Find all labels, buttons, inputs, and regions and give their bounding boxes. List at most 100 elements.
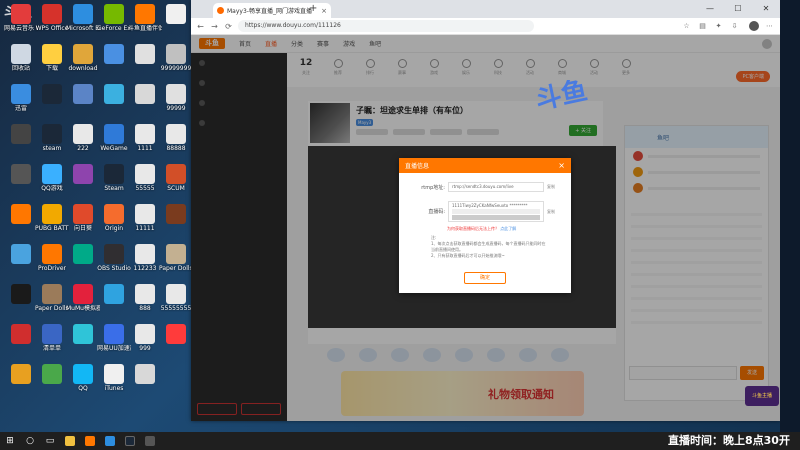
stream-time-overlay: 直播时间：晚上8点30开始 (668, 434, 790, 447)
new-tab-button[interactable]: + (309, 3, 317, 14)
menu-more-icon[interactable]: ⋯ (764, 22, 775, 30)
desktop-icon[interactable]: QQ (66, 364, 100, 392)
maximize-button[interactable]: ☐ (724, 0, 752, 18)
profile-avatar[interactable] (749, 21, 759, 31)
desktop-icon[interactable]: Steam (97, 164, 131, 192)
dialog-close-icon[interactable]: × (558, 161, 565, 170)
desktop-icon[interactable]: download (66, 44, 100, 72)
desktop-icon[interactable]: WeGame (97, 124, 131, 152)
desktop-icon[interactable]: SCUM (159, 164, 193, 192)
desktop-icon-label: QQ游戏 (41, 185, 63, 192)
search-icon[interactable]: ○ (25, 436, 35, 446)
desktop-icon[interactable] (97, 44, 131, 65)
desktop-icon[interactable] (66, 244, 100, 265)
desktop-icon[interactable]: 回收站 (4, 44, 38, 72)
steam-icon[interactable] (125, 436, 135, 446)
obs-icon[interactable] (145, 436, 155, 446)
collections-icon[interactable]: ▤ (697, 22, 708, 30)
desktop-icon[interactable] (4, 284, 38, 305)
explorer-icon[interactable] (65, 436, 75, 446)
desktop-icon[interactable] (159, 204, 193, 225)
desktop-icon[interactable] (4, 204, 38, 225)
learn-more-link[interactable]: 点此了解 (500, 226, 516, 231)
desktop-icon[interactable] (128, 44, 162, 65)
back-button[interactable]: ← (196, 22, 205, 31)
desktop-icon[interactable]: 向日葵 (66, 204, 100, 232)
copy-rtmp-button[interactable]: 复制 (547, 184, 555, 190)
downloads-icon[interactable]: ⇩ (729, 22, 740, 30)
desktop-icon[interactable]: QQ游戏 (35, 164, 69, 192)
tab-close-icon[interactable]: × (321, 7, 327, 15)
desktop-icon[interactable] (66, 84, 100, 105)
desktop-icon[interactable]: PUBG BATTLEGR... (35, 204, 69, 232)
close-window-button[interactable]: ✕ (752, 0, 780, 18)
desktop-icon[interactable] (97, 284, 131, 305)
desktop-icon[interactable]: 下载 (35, 44, 69, 72)
desktop-icon[interactable] (35, 364, 69, 385)
desktop-icon[interactable]: ProDriver (35, 244, 69, 272)
desktop-icon[interactable]: GeForce Experience (97, 4, 131, 32)
desktop-icon[interactable]: Microsoft Edge (66, 4, 100, 32)
desktop-icon[interactable]: 999 (128, 324, 162, 352)
extensions-icon[interactable]: ✦ (713, 22, 724, 30)
desktop-icon[interactable]: 网易云音乐 WeGame (4, 4, 38, 32)
desktop-icon[interactable] (128, 364, 162, 385)
app-icon (42, 324, 62, 344)
task-view-icon[interactable]: ▭ (45, 436, 55, 446)
stream-code-field[interactable]: 1111Tiwy2ZyCKaNfwSeuxto ********* (448, 201, 544, 222)
desktop-icon[interactable]: 斗鱼直播伴侣 (128, 4, 162, 32)
favorite-star-icon[interactable]: ☆ (681, 22, 692, 30)
douyu-app-icon[interactable] (85, 436, 95, 446)
desktop-icon[interactable]: WPS Office (35, 4, 69, 32)
desktop-icon[interactable]: 888 (128, 284, 162, 312)
reload-button[interactable]: ⟳ (224, 22, 233, 31)
desktop-icon-label: PUBG BATTLEGR... (35, 225, 69, 232)
desktop-icon[interactable]: MuMu模拟器 (66, 284, 100, 312)
forward-button[interactable]: → (210, 22, 219, 31)
desktop-icon[interactable]: 99999 (159, 84, 193, 112)
app-icon (42, 244, 62, 264)
copy-code-button[interactable]: 复制 (547, 209, 555, 215)
desktop-icon[interactable]: 迅雷 (4, 84, 38, 112)
desktop-icon-label: 网易UU加速器 (97, 345, 131, 352)
desktop-icon[interactable] (66, 324, 100, 345)
edge-icon[interactable] (105, 436, 115, 446)
desktop-icon[interactable]: 99999999 (159, 44, 193, 72)
rtmp-address-field[interactable]: rtmp://sendtc3.douyu.com/live (448, 182, 544, 192)
confirm-button[interactable]: 确定 (464, 272, 506, 284)
desktop-icon[interactable] (35, 84, 69, 105)
desktop-icon[interactable] (97, 84, 131, 105)
desktop-icon[interactable]: 55555 (128, 164, 162, 192)
minimize-button[interactable]: — (696, 0, 724, 18)
desktop-icon[interactable]: 清单单 (35, 324, 69, 352)
desktop-icon[interactable] (66, 164, 100, 185)
desktop-icon[interactable] (4, 364, 38, 385)
desktop-icon[interactable] (159, 4, 193, 25)
desktop-icon[interactable]: 11111 (128, 204, 162, 232)
window-controls: — ☐ ✕ (696, 0, 780, 18)
desktop-icon[interactable]: 88888 (159, 124, 193, 152)
desktop-icon[interactable]: 222 (66, 124, 100, 152)
desktop-icon[interactable] (4, 164, 38, 185)
desktop-icon[interactable]: 55555555 (159, 284, 193, 312)
desktop-icon[interactable]: OBS Studio (97, 244, 131, 272)
desktop-icon-label: 99999999 (160, 65, 192, 72)
url-field[interactable]: https://www.douyu.com/111126 (238, 20, 534, 32)
app-icon (104, 124, 124, 144)
desktop-icon[interactable] (4, 324, 38, 345)
desktop-icon[interactable] (4, 124, 38, 145)
desktop-icon[interactable] (128, 84, 162, 105)
start-button[interactable]: ⊞ (5, 436, 15, 446)
desktop-icon[interactable]: Paper Dolls Original (159, 244, 193, 272)
desktop-icon[interactable] (4, 244, 38, 265)
desktop-icon[interactable]: 112233 (128, 244, 162, 272)
desktop-icon[interactable]: Origin (97, 204, 131, 232)
desktop-icon[interactable]: 1111 (128, 124, 162, 152)
desktop-icon[interactable] (159, 324, 193, 345)
desktop-icon[interactable]: iTunes (97, 364, 131, 392)
desktop-icon[interactable]: steam (35, 124, 69, 152)
desktop-icon[interactable]: Paper Dolls 2 (35, 284, 69, 312)
desktop-icon[interactable]: 网易UU加速器 (97, 324, 131, 352)
desktop-icon-label: 清单单 (42, 345, 61, 352)
desktop-icon-label: 999 (139, 345, 151, 352)
